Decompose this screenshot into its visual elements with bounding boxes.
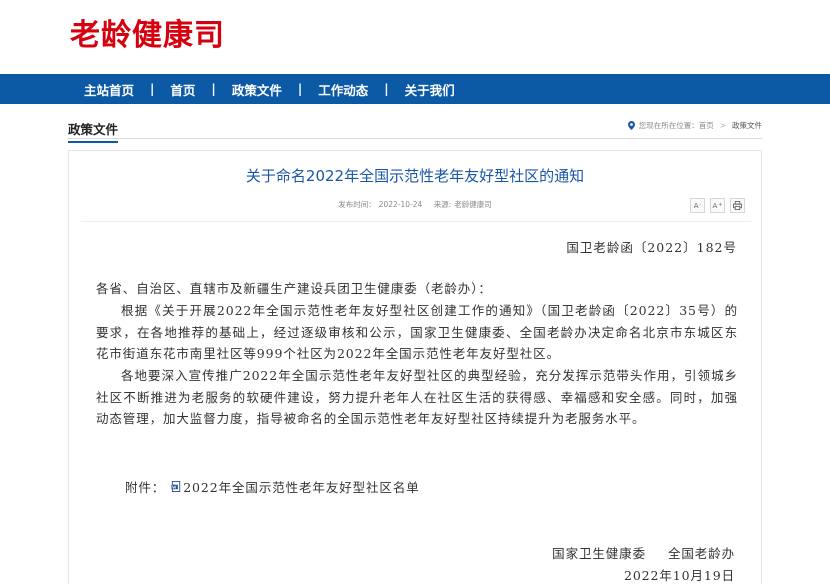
source-name: 老龄健康司	[454, 200, 492, 209]
document-number: 国卫老龄函〔2022〕182号	[566, 240, 737, 255]
print-button[interactable]	[730, 198, 745, 213]
breadcrumb-current[interactable]: 政策文件	[732, 120, 762, 131]
nav-separator: |	[384, 82, 389, 96]
attachment-row: 附件： 2022年全国示范性老年友好型社区名单	[125, 477, 420, 496]
meta-divider	[81, 221, 751, 222]
nav-separator: |	[150, 82, 155, 96]
article-title: 关于命名2022年全国示范性老年友好型社区的通知	[245, 167, 585, 185]
location-pin-icon	[627, 121, 635, 130]
source-label: 来源:	[433, 200, 452, 209]
signature-org-1: 国家卫生健康委	[552, 546, 646, 561]
section-header: 政策文件 您现在所在位置： 首页 > 政策文件	[68, 117, 762, 143]
salutation: 各省、自治区、直辖市及新疆生产建设兵团卫生健康委（老龄办）：	[96, 281, 492, 296]
publish-label: 发布时间：	[338, 200, 376, 209]
article-tools: A- A +	[685, 198, 745, 213]
nav-item-main-home[interactable]: 主站首页	[84, 80, 134, 99]
publish-date: 2022-10-24	[378, 200, 423, 209]
attachment-link[interactable]: 2022年全国示范性老年友好型社区名单	[183, 477, 419, 496]
font-increase-button[interactable]: A +	[710, 198, 725, 213]
nav-item-about[interactable]: 关于我们	[405, 80, 455, 99]
breadcrumb: 您现在所在位置： 首页 > 政策文件	[627, 120, 762, 131]
file-icon	[171, 481, 181, 492]
breadcrumb-separator: >	[719, 121, 726, 130]
signature: 国家卫生健康委 全国老龄办	[552, 543, 735, 562]
attachment-label: 附件：	[125, 480, 166, 495]
site-header: 老龄健康司	[0, 0, 830, 74]
article-meta: 发布时间： 2022-10-24 来源: 老龄健康司	[69, 199, 761, 210]
main-nav: 主站首页 | 首页 | 政策文件 | 工作动态 | 关于我们	[0, 74, 830, 104]
nav-separator: |	[297, 82, 303, 96]
nav-item-news[interactable]: 工作动态	[318, 80, 368, 99]
body-paragraph: 各地要深入宣传推广2022年全国示范性老年友好型社区的典型经验，充分发挥示范带头…	[96, 368, 738, 426]
breadcrumb-home[interactable]: 首页	[699, 120, 714, 131]
location-label: 您现在所在位置：	[638, 121, 699, 130]
printer-icon	[733, 201, 742, 210]
section-title: 政策文件	[68, 119, 119, 143]
font-decrease-button[interactable]: A-	[690, 198, 705, 213]
article-container: 关于命名2022年全国示范性老年友好型社区的通知 发布时间： 2022-10-24…	[68, 150, 762, 584]
signature-org-2: 全国老龄办	[667, 546, 735, 561]
site-logo[interactable]: 老龄健康司	[70, 10, 225, 54]
body-paragraph: 根据《关于开展2022年全国示范性老年友好型社区创建工作的通知》（国卫老龄函〔2…	[96, 303, 738, 361]
nav-item-home[interactable]: 首页	[170, 80, 195, 99]
issue-date: 2022年10月19日	[623, 568, 735, 583]
nav-item-policy[interactable]: 政策文件	[232, 80, 282, 99]
nav-separator: |	[211, 82, 216, 96]
